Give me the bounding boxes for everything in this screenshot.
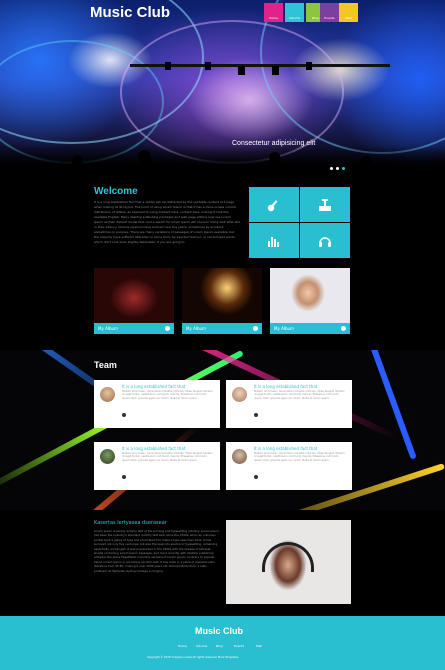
social-icon[interactable] — [254, 475, 258, 479]
team-card-desc: Nullam accumsan, decandere molestie ultr… — [122, 452, 213, 462]
avatar — [232, 387, 247, 402]
social-icon[interactable] — [254, 413, 258, 417]
hero-caption: Consectetur adipisicing elit — [232, 140, 316, 147]
nav-events[interactable]: Events — [320, 3, 339, 22]
social-icon[interactable] — [122, 475, 126, 479]
nav-albums-label: Albums — [288, 16, 301, 20]
stage-light — [165, 62, 171, 70]
team-card-desc: Nullam accumsan, decandere molestie ultr… — [254, 390, 345, 400]
avatar — [232, 449, 247, 464]
headphones-icon — [319, 236, 331, 247]
stage-light — [306, 62, 312, 70]
welcome-text: It is a long established fact that a rea… — [94, 200, 240, 244]
album-card[interactable]: My Album — [270, 268, 350, 334]
slider-dot[interactable] — [330, 167, 333, 170]
nav-mail[interactable]: Mail — [339, 3, 358, 22]
album-label: My Album — [94, 323, 174, 334]
album-card[interactable]: My Album — [182, 268, 262, 334]
nav-home[interactable]: Home — [264, 3, 283, 22]
turntable-tile[interactable] — [300, 187, 350, 222]
slider-dot[interactable] — [336, 167, 339, 170]
album-card[interactable]: My Album — [94, 268, 174, 334]
team-card-title: It is a long established fact that — [122, 446, 186, 451]
hero-banner — [0, 0, 445, 175]
album-label-text: My Album — [98, 326, 118, 331]
headphones-tile[interactable] — [300, 223, 350, 258]
nav-blog-label: Blog — [312, 16, 319, 20]
album-label: My Album — [182, 323, 262, 334]
footer-logo[interactable]: Music Club — [195, 626, 243, 636]
team-card-title: It is a long established fact that — [122, 384, 186, 389]
play-icon — [165, 326, 170, 331]
site-logo[interactable]: Music Club — [90, 4, 170, 21]
footer-link-mail[interactable]: Mail — [256, 644, 262, 648]
stage-light — [238, 66, 245, 75]
album-photo-drummer — [94, 268, 174, 323]
footer-link-albums[interactable]: Albums — [196, 644, 207, 648]
guitar-tile[interactable] — [249, 187, 299, 222]
album-label-text: My Album — [274, 326, 294, 331]
stage-light — [272, 66, 279, 75]
social-icon[interactable] — [122, 413, 126, 417]
nav-events-label: Events — [324, 16, 335, 20]
headphones-icon — [262, 542, 314, 572]
guitar-icon — [267, 199, 278, 211]
album-photo-singer — [182, 268, 262, 323]
equalizer-tile[interactable] — [249, 223, 299, 258]
laser-beam — [363, 350, 417, 460]
welcome-title: Welcome — [94, 186, 138, 197]
team-card: It is a long established fact that Nulla… — [94, 442, 220, 490]
feature-title: Kasertas lertyasea dserasear — [94, 520, 167, 526]
feature-photo-headphones-girl — [226, 520, 351, 604]
play-icon — [253, 326, 258, 331]
team-section — [0, 350, 445, 510]
team-card: It is a long established fact that Nulla… — [226, 442, 352, 490]
footer-link-blog[interactable]: Blog — [216, 644, 223, 648]
team-card-title: It is a long established fact that — [254, 384, 318, 389]
album-photo-headphones-girl — [270, 268, 350, 323]
team-card-desc: Nullam accumsan, decandere molestie ultr… — [254, 452, 345, 462]
album-label-text: My Album — [186, 326, 206, 331]
feature-text: Lorem ipsum is simply dummy text of the … — [94, 529, 220, 573]
turntable-icon — [319, 198, 331, 211]
copyright-text: Copyright © 2015 Company name All rights… — [147, 656, 239, 659]
footer: Music Club Home Albums Blog Events Mail … — [0, 616, 445, 670]
nav-home-label: Home — [269, 16, 278, 20]
team-title: Team — [94, 360, 117, 370]
avatar — [100, 387, 115, 402]
team-card-desc: Nullam accumsan, decandere molestie ultr… — [122, 390, 213, 400]
play-icon — [341, 326, 346, 331]
footer-link-events[interactable]: Events — [234, 644, 244, 648]
footer-link-home[interactable]: Home — [178, 644, 187, 648]
stage-light — [205, 62, 211, 70]
team-card: It is a long established fact that Nulla… — [94, 380, 220, 428]
nav-mail-label: Mail — [345, 16, 352, 20]
album-label: My Album — [270, 323, 350, 334]
team-card: It is a long established fact that Nulla… — [226, 380, 352, 428]
equalizer-icon — [268, 236, 279, 247]
slider-dot-active[interactable] — [342, 167, 345, 170]
team-card-title: It is a long established fact that — [254, 446, 318, 451]
avatar — [100, 449, 115, 464]
crowd-silhouette — [0, 145, 445, 175]
nav-albums[interactable]: Albums — [285, 3, 304, 22]
